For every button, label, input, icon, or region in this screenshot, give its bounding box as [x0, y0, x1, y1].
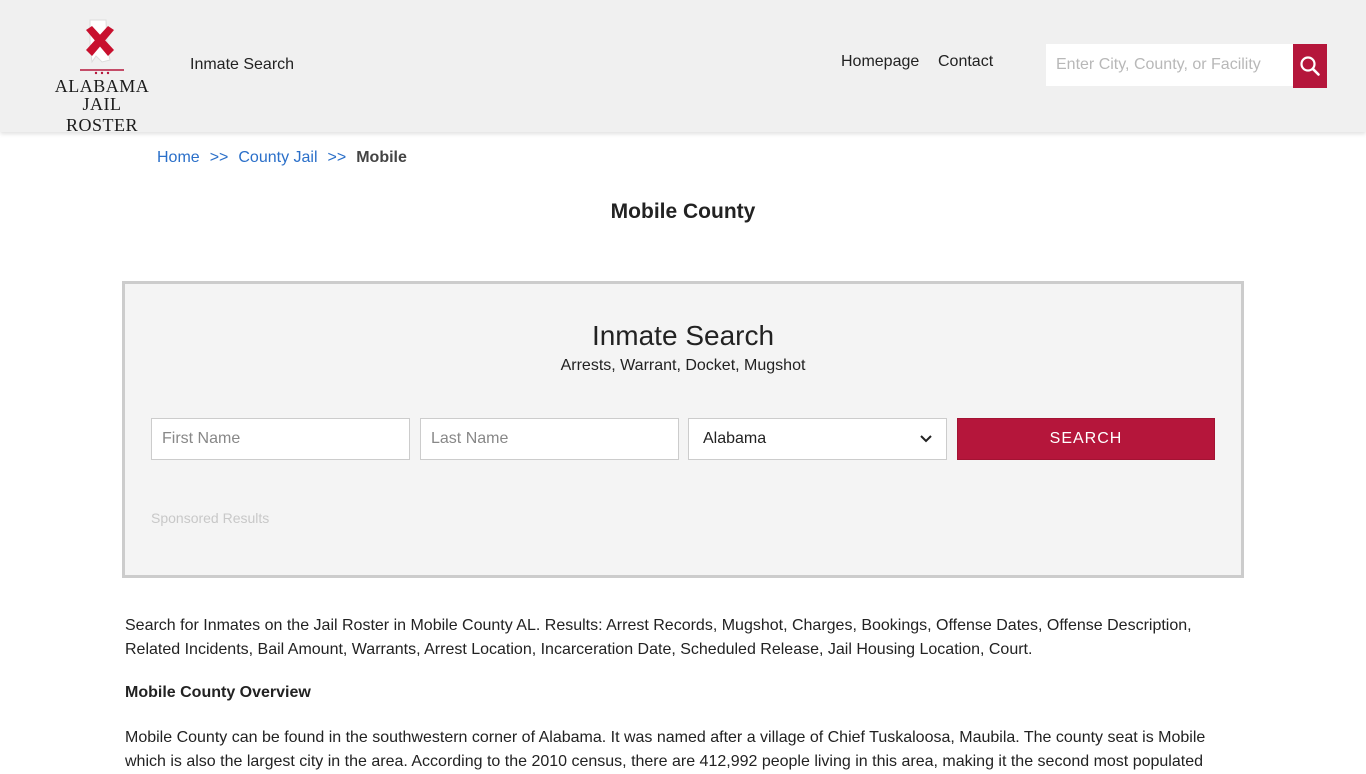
- state-select[interactable]: Alabama: [688, 418, 947, 460]
- search-submit-button[interactable]: SEARCH: [957, 418, 1215, 460]
- header-search-input[interactable]: [1046, 44, 1294, 86]
- breadcrumb-current: Mobile: [356, 149, 407, 166]
- nav-contact[interactable]: Contact: [938, 53, 993, 71]
- state-select-value: Alabama: [703, 430, 767, 447]
- intro-paragraph: Search for Inmates on the Jail Roster in…: [125, 617, 1192, 658]
- chevron-down-icon: [920, 435, 932, 443]
- breadcrumb: Home >> County Jail >> Mobile: [157, 149, 407, 167]
- last-name-input[interactable]: [420, 418, 679, 460]
- breadcrumb-county-jail[interactable]: County Jail: [238, 149, 317, 166]
- alabama-flag-icon: [80, 19, 124, 75]
- header-search-button[interactable]: [1293, 44, 1327, 88]
- overview-heading: Mobile County Overview: [125, 684, 311, 701]
- page-title: Mobile County: [610, 200, 756, 223]
- panel-title: Inmate Search: [591, 320, 775, 351]
- overview-paragraph: Mobile County can be found in the southw…: [125, 729, 1206, 770]
- nav-inmate-search[interactable]: Inmate Search: [190, 56, 294, 74]
- breadcrumb-home[interactable]: Home: [157, 149, 200, 166]
- site-logo[interactable]: ALABAMA JAIL ROSTER: [46, 16, 158, 135]
- first-name-input[interactable]: [151, 418, 410, 460]
- breadcrumb-separator: >>: [209, 149, 229, 166]
- breadcrumb-separator: >>: [327, 149, 347, 166]
- panel-subtitle: Arrests, Warrant, Docket, Mugshot: [560, 357, 806, 374]
- search-icon: [1300, 56, 1320, 76]
- nav-homepage[interactable]: Homepage: [841, 53, 919, 71]
- sponsored-results-label: Sponsored Results: [151, 510, 270, 526]
- logo-line-2: JAIL ROSTER: [65, 94, 138, 135]
- site-header: ALABAMA JAIL ROSTER Inmate Search Homepa…: [0, 0, 1366, 135]
- inmate-search-panel: Inmate Search Arrests, Warrant, Docket, …: [122, 281, 1244, 578]
